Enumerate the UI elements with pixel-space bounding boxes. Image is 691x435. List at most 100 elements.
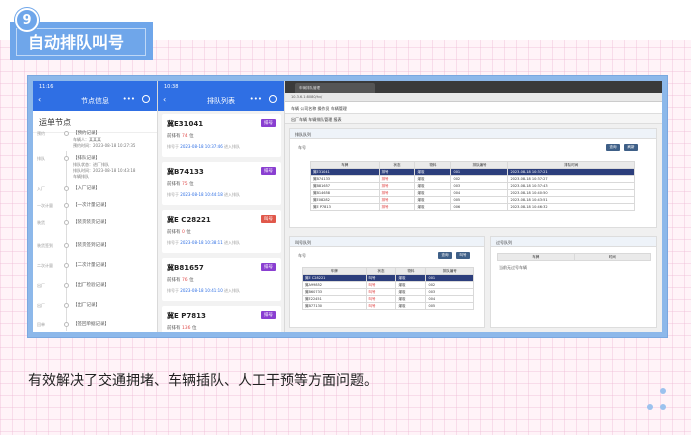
node-record-link[interactable]: 【预约记录】 [73, 130, 100, 136]
table-cell: 2023-08-18 10:37:27 [507, 175, 635, 183]
node-record-link[interactable]: 【二次计量记录】 [73, 262, 109, 268]
app-header: 车辆 公司名称 操作员 车辆管理 [285, 102, 662, 114]
table-row[interactable]: 冀B77130 叫号 煤炭 005 [302, 302, 474, 310]
table-row[interactable]: 冀B81657 排号 煤炭 003 2023-08-18 10:37:43 [310, 182, 635, 190]
table-cell: 005 [425, 302, 474, 310]
queue-query-button[interactable]: 查询 [606, 144, 620, 151]
plate-number: 冀E P7813 [167, 312, 206, 320]
queue-card[interactable]: 冀E P7813排号前排有 136 位排号于 2023-08-18 10:33:… [162, 306, 281, 332]
call-query-button[interactable]: 查询 [438, 252, 452, 259]
table-cell: 叫号 [365, 295, 397, 303]
more-menu-icon[interactable]: ••• [123, 95, 135, 103]
browser-tab[interactable]: 车辆排队管理 [295, 83, 375, 93]
queue-card[interactable]: 冀E C28221 叫号 前排有 0 位排号于 2023-08-18 10:38:1… [162, 210, 281, 253]
queue-position: 前排有 136 位 [167, 326, 197, 331]
table-cell: 002 [450, 175, 509, 183]
table-row[interactable]: 冀B60733 叫号 煤炭 003 [302, 288, 474, 296]
table-cell: 煤炭 [414, 168, 452, 176]
timeline-node[interactable]: 装货签到 【装货签到记录】 [33, 238, 157, 256]
queue-refresh-button[interactable]: 刷新 [624, 144, 638, 151]
call-table: 车牌 状态 物料 排队编号 冀E C28221 叫号 煤炭 001 冀A99852 叫号 煤炭 002… [302, 267, 474, 310]
table-cell: 叫号 [365, 302, 397, 310]
node-dot-icon [64, 131, 69, 136]
table-header-cell: 时间 [573, 253, 651, 261]
missed-table: 车牌 时间 [497, 253, 651, 261]
node-record-link[interactable]: 【签回单据记录】 [73, 321, 109, 327]
browser-chrome: 车辆排队管理 [285, 81, 662, 93]
call-panel: 叫号队列 车号 查询 叫号 车牌 状态 物料 排队编号 冀E C28221 叫号 煤炭 001… [289, 236, 485, 328]
table-cell: 煤炭 [395, 288, 427, 296]
table-header-cell: 排队时间 [507, 161, 635, 169]
table-cell: 001 [450, 168, 509, 176]
node-stage-label: 入厂 [37, 186, 45, 191]
node-record-link[interactable]: 【装货装货记录】 [73, 219, 109, 225]
table-cell: 煤炭 [395, 281, 427, 289]
node-stage-label: 二次计量 [37, 263, 53, 268]
table-row[interactable]: 冀A99852 叫号 煤炭 002 [302, 281, 474, 289]
phone1-header: 11:16 ‹ 节点信息 ••• [33, 81, 157, 111]
app-tabs[interactable]: 出厂车辆 车辆排队管理 报表 [285, 114, 662, 124]
phone2-title: 排队列表 [207, 97, 235, 105]
timeline-node[interactable]: 回单 【签回单据记录】 [33, 317, 157, 332]
close-circle-icon[interactable] [142, 95, 150, 103]
table-row[interactable]: 冀E22451 叫号 煤炭 004 [302, 295, 474, 303]
timeline-node[interactable]: 一次计量 【一次计量记录】 [33, 198, 157, 216]
plate-number: 冀B81657 [167, 264, 204, 272]
node-dot-icon [64, 283, 69, 288]
table-cell: 煤炭 [414, 203, 452, 211]
node-record-link[interactable]: 【一次计量记录】 [73, 202, 109, 208]
queue-card[interactable]: 冀B81657 排号 前排有 76 位排号于 2023-08-18 10:41:10… [162, 258, 281, 301]
call-number-button[interactable]: 叫号 [456, 252, 470, 259]
queue-status-badge: 排号 [261, 119, 276, 127]
queue-position: 前排有 75 位 [167, 182, 194, 187]
queue-status-badge: 叫号 [261, 215, 276, 223]
dot-decoration [660, 404, 666, 410]
queue-card[interactable]: 冀E31041 排号 前排有 74 位排号于 2023-08-18 10:37:46… [162, 114, 281, 157]
table-row[interactable]: 冀E C28221 叫号 煤炭 001 [302, 274, 474, 282]
table-row[interactable]: 冀E P7813 排号 煤炭 006 2023-08-18 10:46:32 [310, 203, 635, 211]
node-record-link[interactable]: 【装货签到记录】 [73, 242, 109, 248]
table-cell: 煤炭 [395, 274, 427, 282]
queue-card[interactable]: 冀B74133 排号 前排有 75 位排号于 2023-08-18 10:44:18… [162, 162, 281, 205]
timeline-node[interactable]: 出厂 【出厂检验记录】 [33, 278, 157, 296]
table-cell: 冀B14658 [310, 189, 380, 197]
node-record-link[interactable]: 【出厂检验记录】 [73, 282, 109, 288]
timeline-node[interactable]: 入厂 【入厂记录】 [33, 181, 157, 199]
node-record-link[interactable]: 【出厂记录】 [73, 302, 100, 308]
desktop-screenshot: 车辆排队管理 10.3.6.1:8080/hv/ 车辆 公司名称 操作员 车辆管… [285, 81, 662, 332]
table-cell: 排号 [378, 196, 416, 204]
node-record-link[interactable]: 【入厂记录】 [73, 185, 100, 191]
timeline-node[interactable]: 装货 【装货装货记录】 [33, 215, 157, 233]
address-bar[interactable]: 10.3.6.1:8080/hv/ [285, 93, 662, 102]
table-row[interactable]: 冀E08282 排号 煤炭 005 2023-08-18 10:43:51 [310, 196, 635, 204]
table-row[interactable]: 冀B14658 排号 煤炭 004 2023-08-18 10:40:50 [310, 189, 635, 197]
table-cell: 冀E08282 [310, 196, 380, 204]
table-cell: 煤炭 [414, 182, 452, 190]
table-header-cell: 物料 [414, 161, 452, 169]
node-dot-icon [64, 322, 69, 327]
node-dot-icon [64, 263, 69, 268]
table-cell: 003 [425, 288, 474, 296]
table-cell: 冀A99852 [302, 281, 367, 289]
node-dot-icon [64, 303, 69, 308]
timeline-node[interactable]: 二次计量 【二次计量记录】 [33, 258, 157, 276]
timeline-node[interactable]: 出厂 【出厂记录】 [33, 298, 157, 316]
close-circle-icon[interactable] [269, 95, 277, 103]
dot-decoration [647, 404, 653, 410]
phone2-header: 10:38 ‹ 排队列表 ••• [158, 81, 284, 111]
node-record-link[interactable]: 【排队记录】 [73, 155, 100, 161]
table-cell: 排号 [378, 189, 416, 197]
table-row[interactable]: 冀B74133 排号 煤炭 002 2023-08-18 10:37:27 [310, 175, 635, 183]
missed-empty-note: 当前无过号车辆 [499, 265, 527, 270]
missed-panel-title: 过号队列 [491, 237, 656, 247]
queue-panel-title: 排队队列 [290, 129, 656, 139]
node-stage-label: 装货 [37, 220, 45, 225]
table-cell: 排号 [378, 203, 416, 211]
table-cell: 2023-08-18 10:37:21 [507, 168, 635, 176]
table-row[interactable]: 冀E31041 排号 煤炭 001 2023-08-18 10:37:21 [310, 168, 635, 176]
table-header-cell: 车牌 [310, 161, 380, 169]
queue-filter-label: 车号 [298, 145, 306, 150]
phone-queue-list: 10:38 ‹ 排队列表 ••• 冀E31041 排号 前排有 74 位排号于 20… [158, 81, 285, 332]
table-cell: 排号 [378, 175, 416, 183]
more-menu-icon[interactable]: ••• [250, 95, 262, 103]
